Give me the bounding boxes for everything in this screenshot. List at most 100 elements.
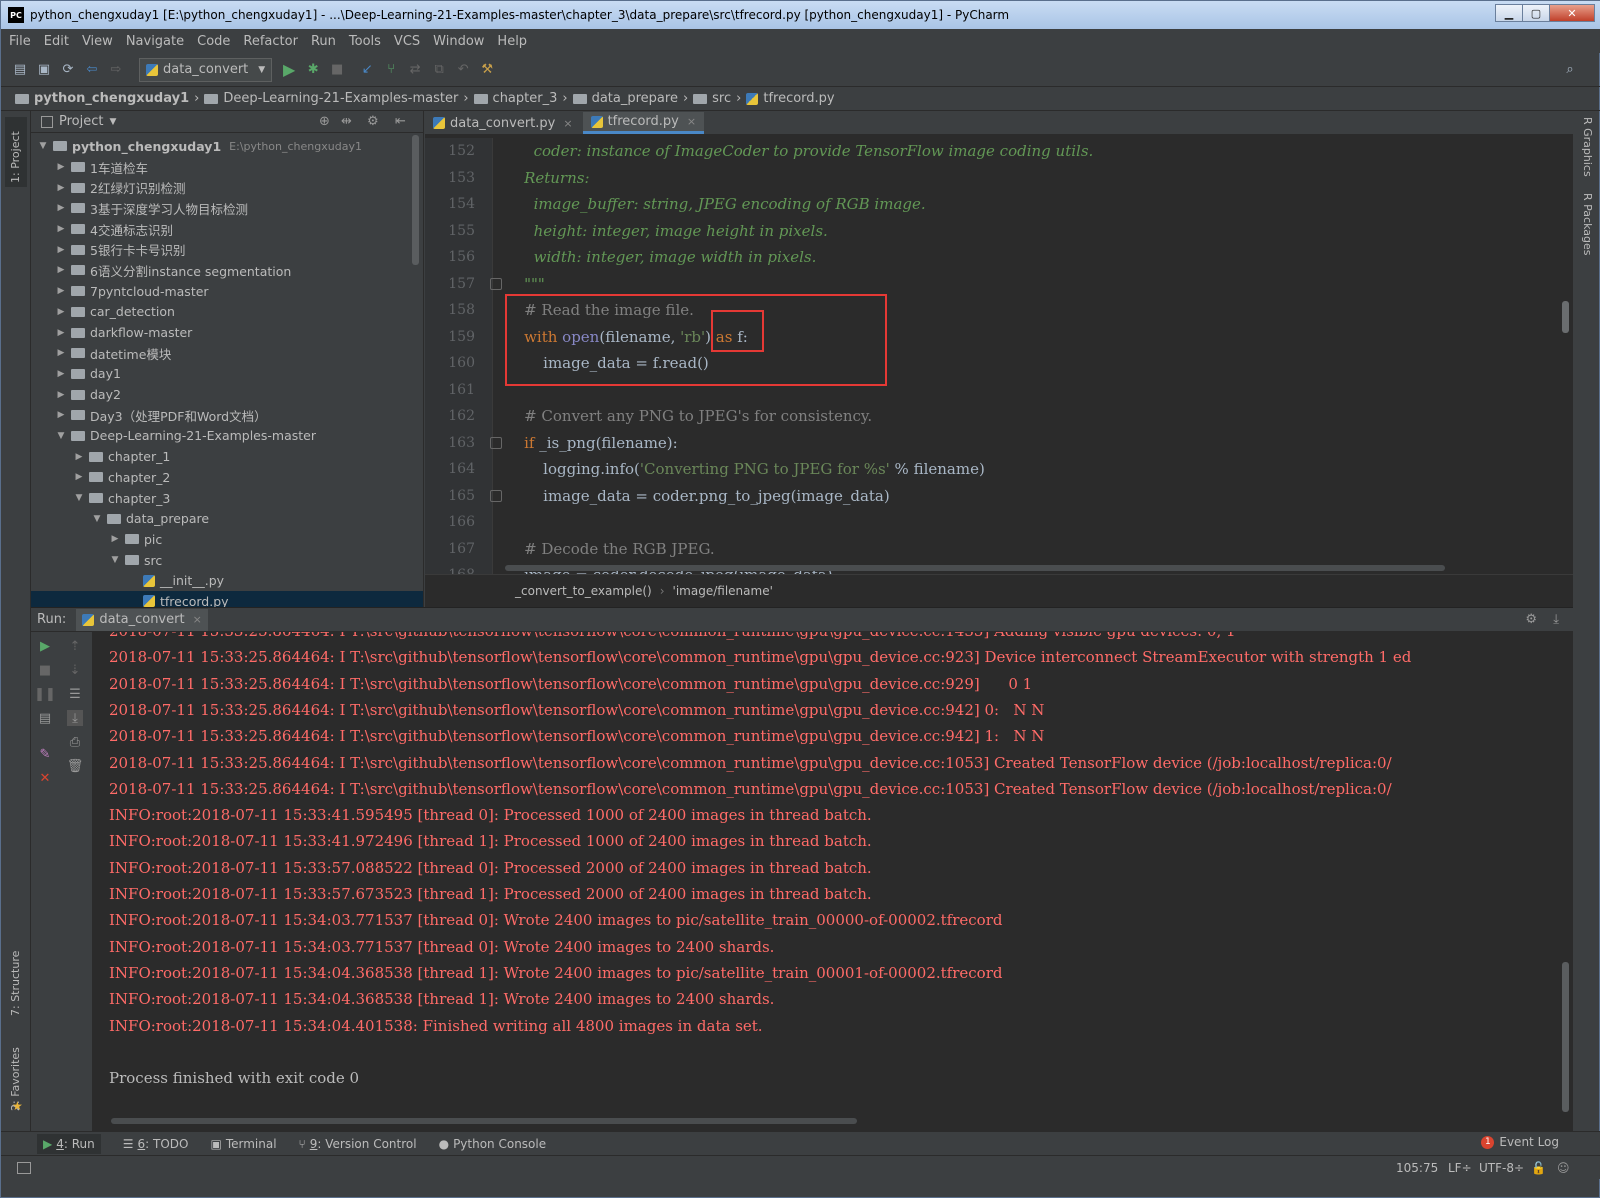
vcs-update-icon[interactable]: ↙: [358, 61, 376, 79]
breadcrumb-item[interactable]: Deep-Learning-21-Examples-master: [223, 91, 458, 106]
console-vertical-scrollbar[interactable]: [1562, 962, 1569, 1112]
minimize-button[interactable]: ▁: [1495, 4, 1523, 22]
editor-breadcrumb-key[interactable]: 'image/filename': [673, 584, 773, 598]
run-icon[interactable]: ▶: [280, 60, 298, 79]
breadcrumb-item[interactable]: tfrecord.py: [763, 91, 834, 106]
editor-horizontal-scrollbar[interactable]: [505, 565, 1445, 571]
tree-item[interactable]: ▶ 4交通标志识别: [31, 219, 423, 240]
project-panel-title[interactable]: Project: [59, 114, 103, 129]
collapsed-arrow-icon[interactable]: ▶: [55, 348, 67, 358]
menu-vcs[interactable]: VCS: [394, 34, 420, 49]
breadcrumb-item[interactable]: python_chengxuday1: [34, 91, 189, 106]
fold-marker-icon[interactable]: [490, 489, 502, 502]
tree-item[interactable]: tfrecord.py: [31, 591, 423, 607]
collapse-all-icon[interactable]: ⇹: [341, 114, 352, 129]
collapsed-arrow-icon[interactable]: ▶: [55, 265, 67, 275]
tree-item[interactable]: ▶ day2: [31, 384, 423, 405]
fold-marker-icon[interactable]: [490, 436, 502, 449]
tree-item[interactable]: ▶ darkflow-master: [31, 322, 423, 343]
hide-panel-icon[interactable]: ⇤: [395, 114, 406, 129]
gear-icon[interactable]: ⚙: [1525, 612, 1537, 627]
menu-edit[interactable]: Edit: [44, 34, 69, 49]
debug-icon[interactable]: ✱: [304, 61, 322, 79]
menu-help[interactable]: Help: [497, 34, 527, 49]
collapsed-arrow-icon[interactable]: ▶: [55, 286, 67, 296]
file-encoding[interactable]: UTF-8÷: [1479, 1161, 1524, 1175]
inspector-icon[interactable]: ☺: [1557, 1161, 1570, 1175]
tool-tab[interactable]: ▶ 4: Run: [37, 1133, 101, 1154]
collapsed-arrow-icon[interactable]: ▶: [109, 534, 121, 544]
close-icon[interactable]: ✕: [37, 770, 53, 786]
breadcrumb-item[interactable]: src: [712, 91, 731, 106]
trash-icon[interactable]: 🗑: [67, 758, 84, 774]
settings-icon[interactable]: ⚒: [478, 61, 496, 79]
fold-marker-icon[interactable]: [490, 277, 502, 290]
tree-item[interactable]: ▶ 2红绿灯识别检测: [31, 177, 423, 198]
sync-icon[interactable]: ⟳: [59, 61, 77, 79]
forward-icon[interactable]: ⇨: [107, 61, 125, 79]
back-icon[interactable]: ⇦: [83, 61, 101, 79]
run-tab-data-convert[interactable]: data_convert ×: [76, 608, 208, 631]
project-tree-scrollbar[interactable]: [412, 135, 419, 265]
collapsed-arrow-icon[interactable]: ▶: [55, 203, 67, 213]
pin-icon[interactable]: ✎: [37, 746, 53, 762]
tree-item[interactable]: ▼ data_prepare: [31, 508, 423, 529]
chevron-down-icon[interactable]: ▼: [109, 117, 116, 127]
hide-panel-icon[interactable]: ⤓: [1553, 612, 1559, 627]
collapsed-arrow-icon[interactable]: ▶: [55, 410, 67, 420]
collapsed-arrow-icon[interactable]: ▶: [55, 307, 67, 317]
tool-tab[interactable]: ● Python Console: [439, 1137, 547, 1151]
r-packages-tab[interactable]: R Packages: [1581, 193, 1594, 255]
revert-icon[interactable]: ↶: [454, 61, 472, 79]
close-button[interactable]: ✕: [1549, 4, 1595, 22]
menu-run[interactable]: Run: [311, 34, 336, 49]
tree-item[interactable]: ▼ python_chengxuday1 E:\python_chengxuday1: [31, 136, 423, 157]
tree-item[interactable]: ▶ Day3（处理PDF和Word文档）: [31, 405, 423, 426]
collapsed-arrow-icon[interactable]: ▶: [55, 183, 67, 193]
r-graphics-tab[interactable]: R Graphics: [1581, 117, 1594, 177]
breadcrumb-item[interactable]: data_prepare: [592, 91, 678, 106]
tool-tab[interactable]: ▣ Terminal: [210, 1137, 276, 1151]
tree-item[interactable]: ▶ datetime模块: [31, 343, 423, 364]
menu-window[interactable]: Window: [433, 34, 484, 49]
collapsed-arrow-icon[interactable]: ▶: [55, 162, 67, 172]
structure-tool-tab[interactable]: 7: Structure: [9, 951, 22, 1016]
save-all-icon[interactable]: ▣: [35, 61, 53, 79]
scroll-up-icon[interactable]: ⇡: [67, 638, 83, 654]
line-separator[interactable]: LF÷: [1448, 1161, 1472, 1175]
menu-view[interactable]: View: [82, 34, 113, 49]
editor-tab[interactable]: data_convert.py ×: [425, 112, 581, 134]
tree-item[interactable]: ▶ car_detection: [31, 302, 423, 323]
collapsed-arrow-icon[interactable]: ▶: [55, 369, 67, 379]
print-icon[interactable]: ⎙: [67, 734, 83, 750]
menu-tools[interactable]: Tools: [349, 34, 381, 49]
layout-icon[interactable]: ▤: [37, 710, 53, 726]
tree-item[interactable]: ▶ 6语义分割instance segmentation: [31, 260, 423, 281]
close-icon[interactable]: ×: [563, 117, 572, 130]
tree-item[interactable]: ▶ 1车道检车: [31, 157, 423, 178]
scroll-to-end-icon[interactable]: ⤓: [67, 710, 83, 726]
expanded-arrow-icon[interactable]: ▼: [37, 141, 49, 151]
tree-item[interactable]: ▼ src: [31, 550, 423, 571]
tree-item[interactable]: ▶ 3基于深度学习人物目标检测: [31, 198, 423, 219]
collapsed-arrow-icon[interactable]: ▶: [73, 452, 85, 462]
tool-tab[interactable]: ☰ 6: TODO: [123, 1137, 189, 1151]
lock-icon[interactable]: 🔓: [1531, 1161, 1546, 1175]
console-horizontal-scrollbar[interactable]: [111, 1118, 857, 1124]
tree-item[interactable]: ▶ chapter_2: [31, 467, 423, 488]
tree-item[interactable]: ▶ 7pyntcloud-master: [31, 281, 423, 302]
expanded-arrow-icon[interactable]: ▼: [91, 514, 103, 524]
project-tool-tab[interactable]: 1: Project: [9, 131, 22, 183]
tool-tab[interactable]: ⑂ 9: Version Control: [299, 1137, 417, 1151]
expanded-arrow-icon[interactable]: ▼: [73, 493, 85, 503]
gear-icon[interactable]: ⚙: [367, 114, 379, 129]
tree-item[interactable]: ▼ Deep-Learning-21-Examples-master: [31, 426, 423, 447]
menu-refactor[interactable]: Refactor: [243, 34, 298, 49]
editor-tab[interactable]: tfrecord.py ×: [582, 112, 705, 134]
menu-navigate[interactable]: Navigate: [126, 34, 184, 49]
stop-icon[interactable]: ■: [37, 662, 53, 678]
menu-code[interactable]: Code: [197, 34, 230, 49]
pause-icon[interactable]: ❚❚: [34, 686, 56, 702]
soft-wrap-icon[interactable]: ☰: [67, 686, 83, 702]
collapsed-arrow-icon[interactable]: ▶: [73, 472, 85, 482]
